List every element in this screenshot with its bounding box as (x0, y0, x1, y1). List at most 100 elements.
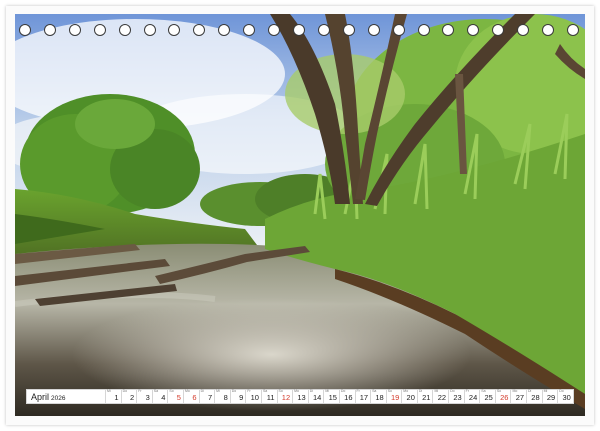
binding-hole (517, 24, 530, 36)
day-number: 23 (453, 393, 462, 402)
day-cell: Fr 17 (354, 389, 371, 403)
day-cell: Mo 20 (401, 389, 417, 403)
weekday-label: Mi (216, 389, 220, 393)
day-number: 2 (130, 393, 135, 402)
day-cell: Mi 8 (214, 389, 230, 403)
day-number: 21 (422, 393, 431, 402)
day-cell: Di 21 (416, 389, 433, 403)
day-cell: So 5 (167, 389, 183, 403)
binding-hole (367, 24, 380, 36)
binding-hole (193, 24, 206, 36)
day-cell: So 19 (385, 389, 402, 403)
day-number: 7 (207, 393, 213, 402)
day-cell: Do 9 (229, 389, 246, 403)
binding-hole (268, 24, 281, 36)
day-cell: Sa 18 (370, 389, 386, 403)
day-cell: Sa 25 (479, 389, 495, 403)
binding-hole (567, 24, 579, 36)
day-cell: Do 23 (448, 389, 464, 403)
day-number: 19 (390, 393, 400, 402)
weekday-label: Do (122, 389, 128, 393)
binding-hole (218, 24, 231, 36)
day-cell: So 12 (276, 389, 293, 403)
day-number: 6 (192, 393, 197, 402)
day-cell: Mi 29 (541, 389, 558, 403)
day-row: Mi 1 Do 2 Fr 3 Sa 4 So 5 Mo 6 Di 7 Mi 8 Do 9 Fr 10 Sa 11 So 12 M… (105, 389, 573, 403)
month-name: April (31, 392, 50, 402)
day-cell: So 26 (494, 389, 511, 403)
binding-hole (168, 24, 181, 36)
day-cell: Do 2 (120, 389, 137, 403)
day-number: 13 (297, 393, 306, 402)
day-number: 18 (375, 393, 384, 402)
day-cell: Fr 10 (245, 389, 261, 403)
binding-hole (342, 24, 355, 36)
binding-hole (243, 24, 256, 36)
day-number: 22 (437, 393, 447, 402)
binding-hole (317, 24, 330, 36)
day-number: 26 (500, 393, 509, 402)
month-label: April 2026 (31, 391, 65, 405)
weekday-label: Fr (138, 389, 142, 393)
calendar-page: April 2026 Mi 1 Do 2 Fr 3 Sa 4 So 5 Mo 6 Di 7 Mi 8 Do 9 Fr 1… (0, 0, 600, 431)
month-strip: April 2026 Mi 1 Do 2 Fr 3 Sa 4 So 5 Mo 6 Di 7 Mi 8 Do 9 Fr 1… (26, 389, 574, 404)
day-number: 9 (239, 393, 244, 402)
day-number: 29 (546, 393, 556, 402)
binding-hole (417, 24, 430, 36)
binding-hole (392, 24, 405, 36)
day-cell: Di 7 (198, 389, 215, 403)
binding-hole (542, 24, 555, 36)
binding-hole (492, 24, 505, 36)
day-number: 4 (161, 393, 166, 402)
day-number: 3 (145, 393, 150, 402)
binding-hole (442, 24, 455, 36)
binding-hole (143, 24, 156, 36)
day-number: 1 (114, 393, 119, 402)
day-cell: Di 14 (307, 389, 324, 403)
day-number: 11 (266, 393, 275, 402)
day-number: 12 (281, 393, 291, 402)
binding-hole (68, 24, 81, 36)
weekday-label: Sa (153, 389, 159, 393)
weekday-label: Di (200, 389, 204, 393)
day-number: 16 (344, 393, 353, 402)
day-cell: Mo 6 (182, 389, 199, 403)
day-cell: Mi 15 (323, 389, 339, 403)
day-cell: Di 28 (526, 389, 542, 403)
weekday-label: Do (231, 389, 237, 393)
day-cell: Sa 11 (260, 389, 277, 403)
binding-hole (19, 24, 31, 36)
river-landscape-photo (15, 14, 585, 416)
day-number: 30 (562, 393, 571, 402)
day-number: 24 (468, 393, 478, 402)
day-cell: Mi 1 (105, 389, 121, 403)
weekday-label: Mi (107, 389, 111, 393)
day-number: 8 (223, 393, 228, 402)
day-number: 14 (312, 393, 322, 402)
day-number: 17 (359, 393, 369, 402)
day-number: 15 (328, 393, 337, 402)
day-number: 27 (515, 393, 525, 402)
binding-hole (93, 24, 106, 36)
day-cell: Sa 4 (151, 389, 168, 403)
day-cell: Mo 13 (292, 389, 308, 403)
day-number: 10 (250, 393, 259, 402)
day-cell: Mi 22 (432, 389, 448, 403)
weekday-label: So (169, 389, 174, 393)
day-number: 20 (406, 393, 415, 402)
binding-hole (293, 24, 305, 36)
binding-hole (43, 24, 56, 36)
day-cell: Do 16 (338, 389, 355, 403)
spiral-binding (15, 24, 585, 40)
day-number: 25 (484, 393, 493, 402)
day-cell: Do 30 (557, 389, 573, 403)
day-number: 28 (531, 393, 540, 402)
binding-hole (467, 24, 480, 36)
weekday-label: Mo (184, 389, 190, 393)
day-number: 5 (176, 393, 181, 402)
day-cell: Fr 24 (463, 389, 480, 403)
day-cell: Fr 3 (136, 389, 152, 403)
year-label: 2026 (51, 395, 66, 402)
binding-hole (118, 24, 131, 36)
day-cell: Mo 27 (510, 389, 526, 403)
